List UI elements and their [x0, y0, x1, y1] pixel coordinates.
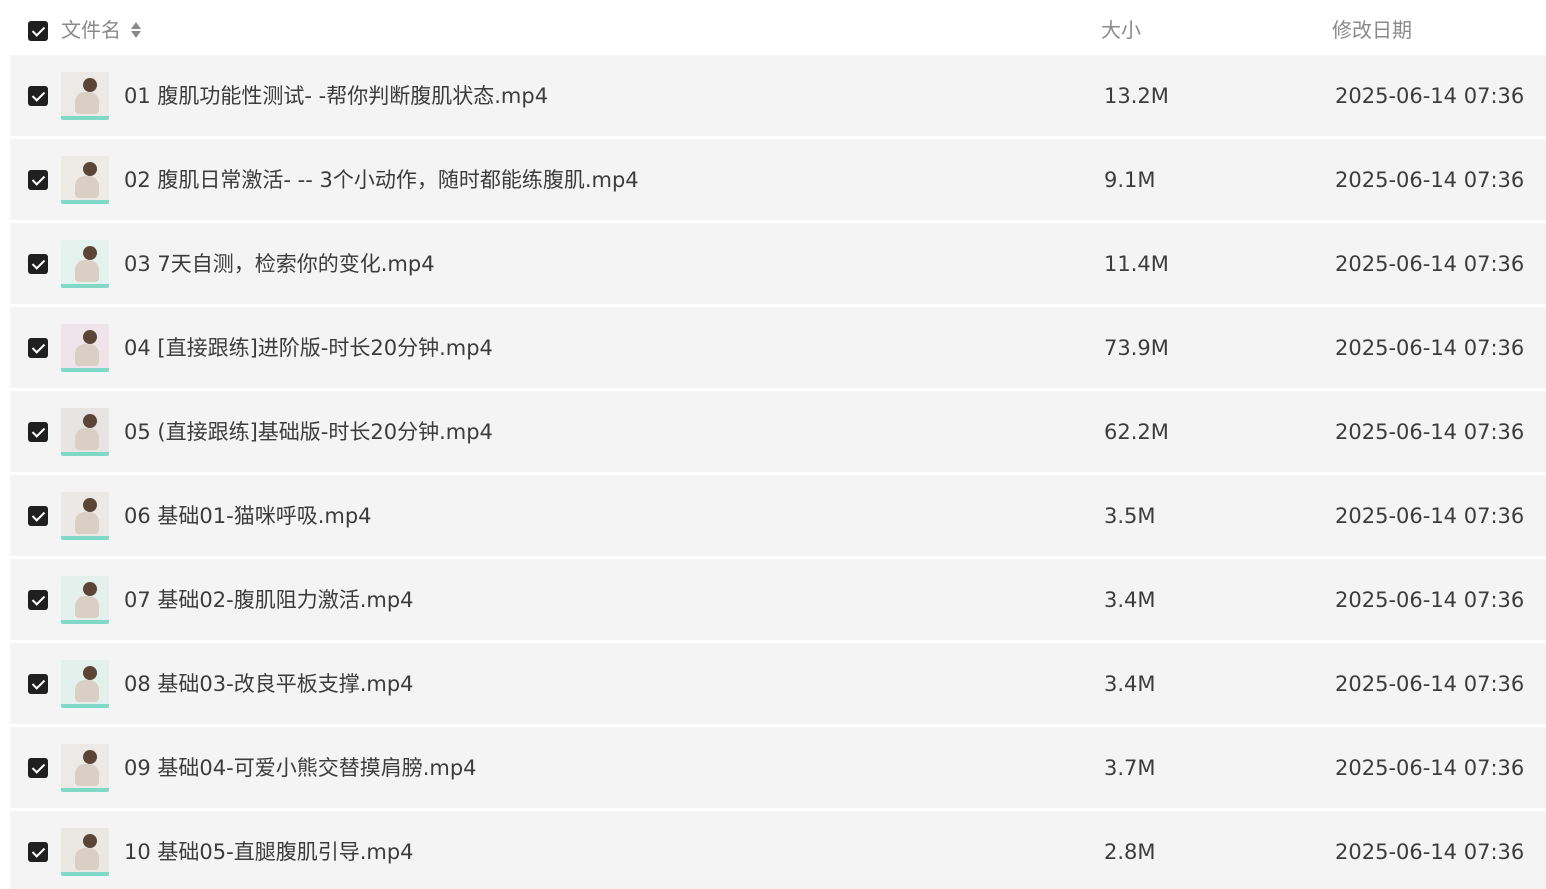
- file-date: 2025-06-14 07:36: [1335, 168, 1525, 192]
- row-checkbox[interactable]: [28, 170, 48, 190]
- file-size: 13.2M: [1104, 84, 1169, 108]
- file-size: 62.2M: [1104, 420, 1169, 444]
- file-date: 2025-06-14 07:36: [1335, 672, 1525, 696]
- row-checkbox[interactable]: [28, 758, 48, 778]
- file-date: 2025-06-14 07:36: [1335, 84, 1525, 108]
- file-row[interactable]: 03 7天自测，检索你的变化.mp4 11.4M 2025-06-14 07:3…: [10, 223, 1546, 304]
- video-thumbnail: [61, 576, 109, 624]
- file-row[interactable]: 06 基础01-猫咪呼吸.mp4 3.5M 2025-06-14 07:36: [10, 475, 1546, 556]
- file-size: 2.8M: [1104, 840, 1156, 864]
- video-thumbnail: [61, 660, 109, 708]
- video-thumbnail: [61, 828, 109, 876]
- file-name[interactable]: 01 腹肌功能性测试- -帮你判断腹肌状态.mp4: [124, 83, 548, 109]
- file-date: 2025-06-14 07:36: [1335, 252, 1525, 276]
- file-row[interactable]: 05 (直接跟练]基础版-时长20分钟.mp4 62.2M 2025-06-14…: [10, 391, 1546, 472]
- sort-updown-icon[interactable]: [131, 21, 141, 39]
- file-name[interactable]: 09 基础04-可爱小熊交替摸肩膀.mp4: [124, 755, 477, 781]
- file-date: 2025-06-14 07:36: [1335, 840, 1525, 864]
- file-size: 3.4M: [1104, 588, 1156, 612]
- file-name[interactable]: 03 7天自测，检索你的变化.mp4: [124, 251, 435, 277]
- file-row[interactable]: 08 基础03-改良平板支撑.mp4 3.4M 2025-06-14 07:36: [10, 643, 1546, 724]
- file-name[interactable]: 08 基础03-改良平板支撑.mp4: [124, 671, 414, 697]
- file-list: 文件名 大小 修改日期 01 腹肌功能性测试- -帮你判断腹肌状态.mp4 13…: [0, 0, 1546, 889]
- file-size: 73.9M: [1104, 336, 1169, 360]
- row-checkbox[interactable]: [28, 86, 48, 106]
- file-name[interactable]: 07 基础02-腹肌阻力激活.mp4: [124, 587, 414, 613]
- video-thumbnail: [61, 408, 109, 456]
- file-size: 3.7M: [1104, 756, 1156, 780]
- row-checkbox[interactable]: [28, 422, 48, 442]
- column-header-size[interactable]: 大小: [1101, 17, 1141, 43]
- file-size: 3.4M: [1104, 672, 1156, 696]
- row-checkbox[interactable]: [28, 842, 48, 862]
- row-checkbox[interactable]: [28, 506, 48, 526]
- file-name[interactable]: 05 (直接跟练]基础版-时长20分钟.mp4: [124, 419, 493, 445]
- video-thumbnail: [61, 744, 109, 792]
- file-date: 2025-06-14 07:36: [1335, 756, 1525, 780]
- file-row[interactable]: 02 腹肌日常激活- -- 3个小动作，随时都能练腹肌.mp4 9.1M 202…: [10, 139, 1546, 220]
- file-name[interactable]: 10 基础05-直腿腹肌引导.mp4: [124, 839, 414, 865]
- file-size: 3.5M: [1104, 504, 1156, 528]
- video-thumbnail: [61, 240, 109, 288]
- file-name[interactable]: 06 基础01-猫咪呼吸.mp4: [124, 503, 372, 529]
- file-size: 11.4M: [1104, 252, 1169, 276]
- row-checkbox[interactable]: [28, 590, 48, 610]
- file-date: 2025-06-14 07:36: [1335, 420, 1525, 444]
- file-row[interactable]: 10 基础05-直腿腹肌引导.mp4 2.8M 2025-06-14 07:36: [10, 811, 1546, 889]
- list-header: 文件名 大小 修改日期: [0, 0, 1546, 60]
- file-date: 2025-06-14 07:36: [1335, 588, 1525, 612]
- file-row[interactable]: 09 基础04-可爱小熊交替摸肩膀.mp4 3.7M 2025-06-14 07…: [10, 727, 1546, 808]
- column-header-name[interactable]: 文件名: [61, 17, 121, 43]
- select-all-checkbox[interactable]: [28, 21, 48, 41]
- row-checkbox[interactable]: [28, 254, 48, 274]
- file-name[interactable]: 02 腹肌日常激活- -- 3个小动作，随时都能练腹肌.mp4: [124, 167, 639, 193]
- file-size: 9.1M: [1104, 168, 1156, 192]
- video-thumbnail: [61, 492, 109, 540]
- row-checkbox[interactable]: [28, 338, 48, 358]
- video-thumbnail: [61, 72, 109, 120]
- file-date: 2025-06-14 07:36: [1335, 504, 1525, 528]
- file-date: 2025-06-14 07:36: [1335, 336, 1525, 360]
- row-checkbox[interactable]: [28, 674, 48, 694]
- file-row[interactable]: 01 腹肌功能性测试- -帮你判断腹肌状态.mp4 13.2M 2025-06-…: [10, 55, 1546, 136]
- file-name[interactable]: 04 [直接跟练]进阶版-时长20分钟.mp4: [124, 335, 493, 361]
- video-thumbnail: [61, 324, 109, 372]
- file-row[interactable]: 07 基础02-腹肌阻力激活.mp4 3.4M 2025-06-14 07:36: [10, 559, 1546, 640]
- video-thumbnail: [61, 156, 109, 204]
- file-row[interactable]: 04 [直接跟练]进阶版-时长20分钟.mp4 73.9M 2025-06-14…: [10, 307, 1546, 388]
- column-header-date[interactable]: 修改日期: [1332, 17, 1412, 43]
